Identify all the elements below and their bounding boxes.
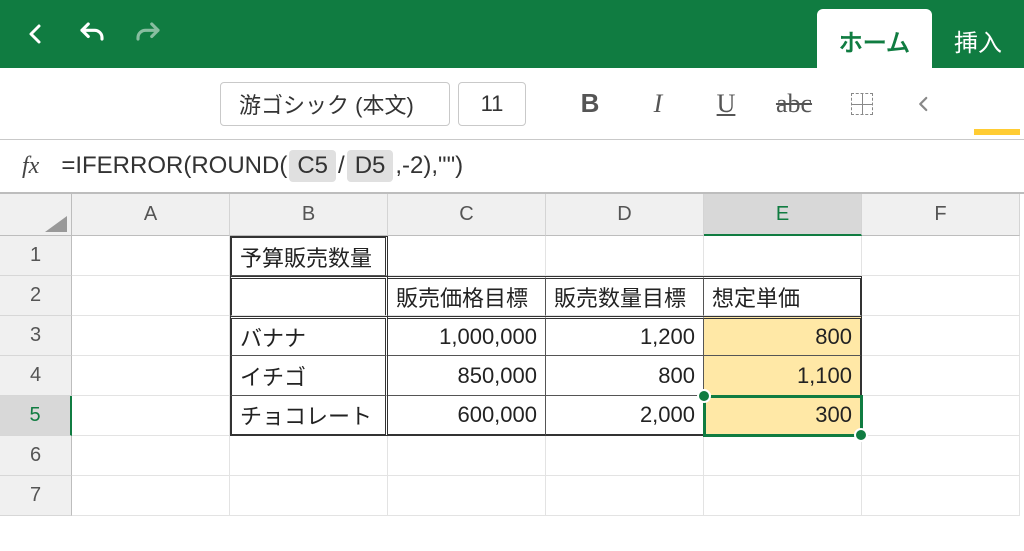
cell-C5[interactable]: 600,000 [388,396,546,436]
cell-ref-c5: C5 [289,150,336,182]
cell-D6[interactable] [546,436,704,476]
cell-A2[interactable] [72,276,230,316]
underline-button[interactable]: U [696,80,756,128]
row-header-2[interactable]: 2 [0,276,72,316]
formula-bar: fx =IFERROR(ROUND( C5 / D5 ,-2),"") [0,140,1024,194]
formula-text-slash: / [338,152,345,180]
col-header-C[interactable]: C [388,194,546,236]
cell-D7[interactable] [546,476,704,516]
cell-C2[interactable]: 販売価格目標 [388,276,546,316]
strike-button[interactable]: abc [764,80,824,128]
cell-C1[interactable] [388,236,546,276]
cell-B5[interactable]: チョコレート [230,396,388,436]
cell-F3[interactable] [862,316,1020,356]
font-name-select[interactable]: 游ゴシック (本文) [220,82,450,126]
row-5: 5 チョコレート 600,000 2,000 300 [0,396,1024,436]
italic-button[interactable]: I [628,80,688,128]
cell-A7[interactable] [72,476,230,516]
col-header-E[interactable]: E [704,194,862,236]
col-header-F[interactable]: F [862,194,1020,236]
spreadsheet-grid: A B C D E F 1 予算販売数量 2 販売価格目標 販売数量目標 想定単… [0,194,1024,516]
fill-color-accent [974,129,1020,135]
cell-C4[interactable]: 850,000 [388,356,546,396]
cell-E2[interactable]: 想定単価 [704,276,862,316]
cell-D4[interactable]: 800 [546,356,704,396]
fx-icon[interactable]: fx [22,153,39,180]
cell-E5[interactable]: 300 [704,396,862,436]
borders-button[interactable] [832,80,892,128]
row-7: 7 [0,476,1024,516]
cell-A1[interactable] [72,236,230,276]
row-header-6[interactable]: 6 [0,436,72,476]
row-2: 2 販売価格目標 販売数量目標 想定単価 [0,276,1024,316]
cell-C7[interactable] [388,476,546,516]
cell-C3[interactable]: 1,000,000 [388,316,546,356]
row-header-5[interactable]: 5 [0,396,72,436]
cell-B1[interactable]: 予算販売数量 [230,236,388,276]
ribbon-tabs: ホーム 挿入 [817,8,1024,68]
row-4: 4 イチゴ 850,000 800 1,100 [0,356,1024,396]
cell-D2[interactable]: 販売数量目標 [546,276,704,316]
cell-E6[interactable] [704,436,862,476]
row-1: 1 予算販売数量 [0,236,1024,276]
col-header-B[interactable]: B [230,194,388,236]
cell-B6[interactable] [230,436,388,476]
select-all-corner[interactable] [0,194,72,236]
row-header-4[interactable]: 4 [0,356,72,396]
formula-text-suffix: ,-2),"") [395,152,463,180]
cell-F2[interactable] [862,276,1020,316]
formula-input[interactable]: =IFERROR(ROUND( C5 / D5 ,-2),"") [61,150,463,182]
cell-C6[interactable] [388,436,546,476]
cell-ref-d5: D5 [347,150,394,182]
row-header-3[interactable]: 3 [0,316,72,356]
cell-E7[interactable] [704,476,862,516]
bold-button[interactable]: B [560,80,620,128]
cell-F7[interactable] [862,476,1020,516]
row-header-1[interactable]: 1 [0,236,72,276]
cell-F4[interactable] [862,356,1020,396]
undo-button[interactable] [64,10,120,58]
selection-handle-tl[interactable] [697,389,711,403]
column-header-row: A B C D E F [0,194,1024,236]
cell-B3[interactable]: バナナ [230,316,388,356]
selection-handle-br[interactable] [854,428,868,442]
cell-A6[interactable] [72,436,230,476]
cell-B2[interactable] [230,276,388,316]
redo-button[interactable] [120,10,176,58]
cell-D5[interactable]: 2,000 [546,396,704,436]
cell-D1[interactable] [546,236,704,276]
cell-E1[interactable] [704,236,862,276]
col-header-D[interactable]: D [546,194,704,236]
cell-E4[interactable]: 1,100 [704,356,862,396]
cell-F6[interactable] [862,436,1020,476]
tab-home[interactable]: ホーム [817,9,932,68]
cell-F5[interactable] [862,396,1020,436]
cell-A4[interactable] [72,356,230,396]
cell-B7[interactable] [230,476,388,516]
app-top-bar: ホーム 挿入 [0,0,1024,68]
cell-F1[interactable] [862,236,1020,276]
ribbon-more-button[interactable] [900,80,948,128]
formatting-ribbon: 游ゴシック (本文) 11 B I U abc [0,68,1024,140]
cell-A5[interactable] [72,396,230,436]
row-6: 6 [0,436,1024,476]
formula-text-prefix: =IFERROR(ROUND( [61,152,287,180]
cell-B4[interactable]: イチゴ [230,356,388,396]
row-3: 3 バナナ 1,000,000 1,200 800 [0,316,1024,356]
row-header-7[interactable]: 7 [0,476,72,516]
col-header-A[interactable]: A [72,194,230,236]
font-size-select[interactable]: 11 [458,82,526,126]
cell-E5-value: 300 [815,402,852,428]
borders-icon [851,93,873,115]
tab-insert[interactable]: 挿入 [932,9,1024,68]
cell-A3[interactable] [72,316,230,356]
cell-E3[interactable]: 800 [704,316,862,356]
back-button[interactable] [8,10,64,58]
cell-D3[interactable]: 1,200 [546,316,704,356]
